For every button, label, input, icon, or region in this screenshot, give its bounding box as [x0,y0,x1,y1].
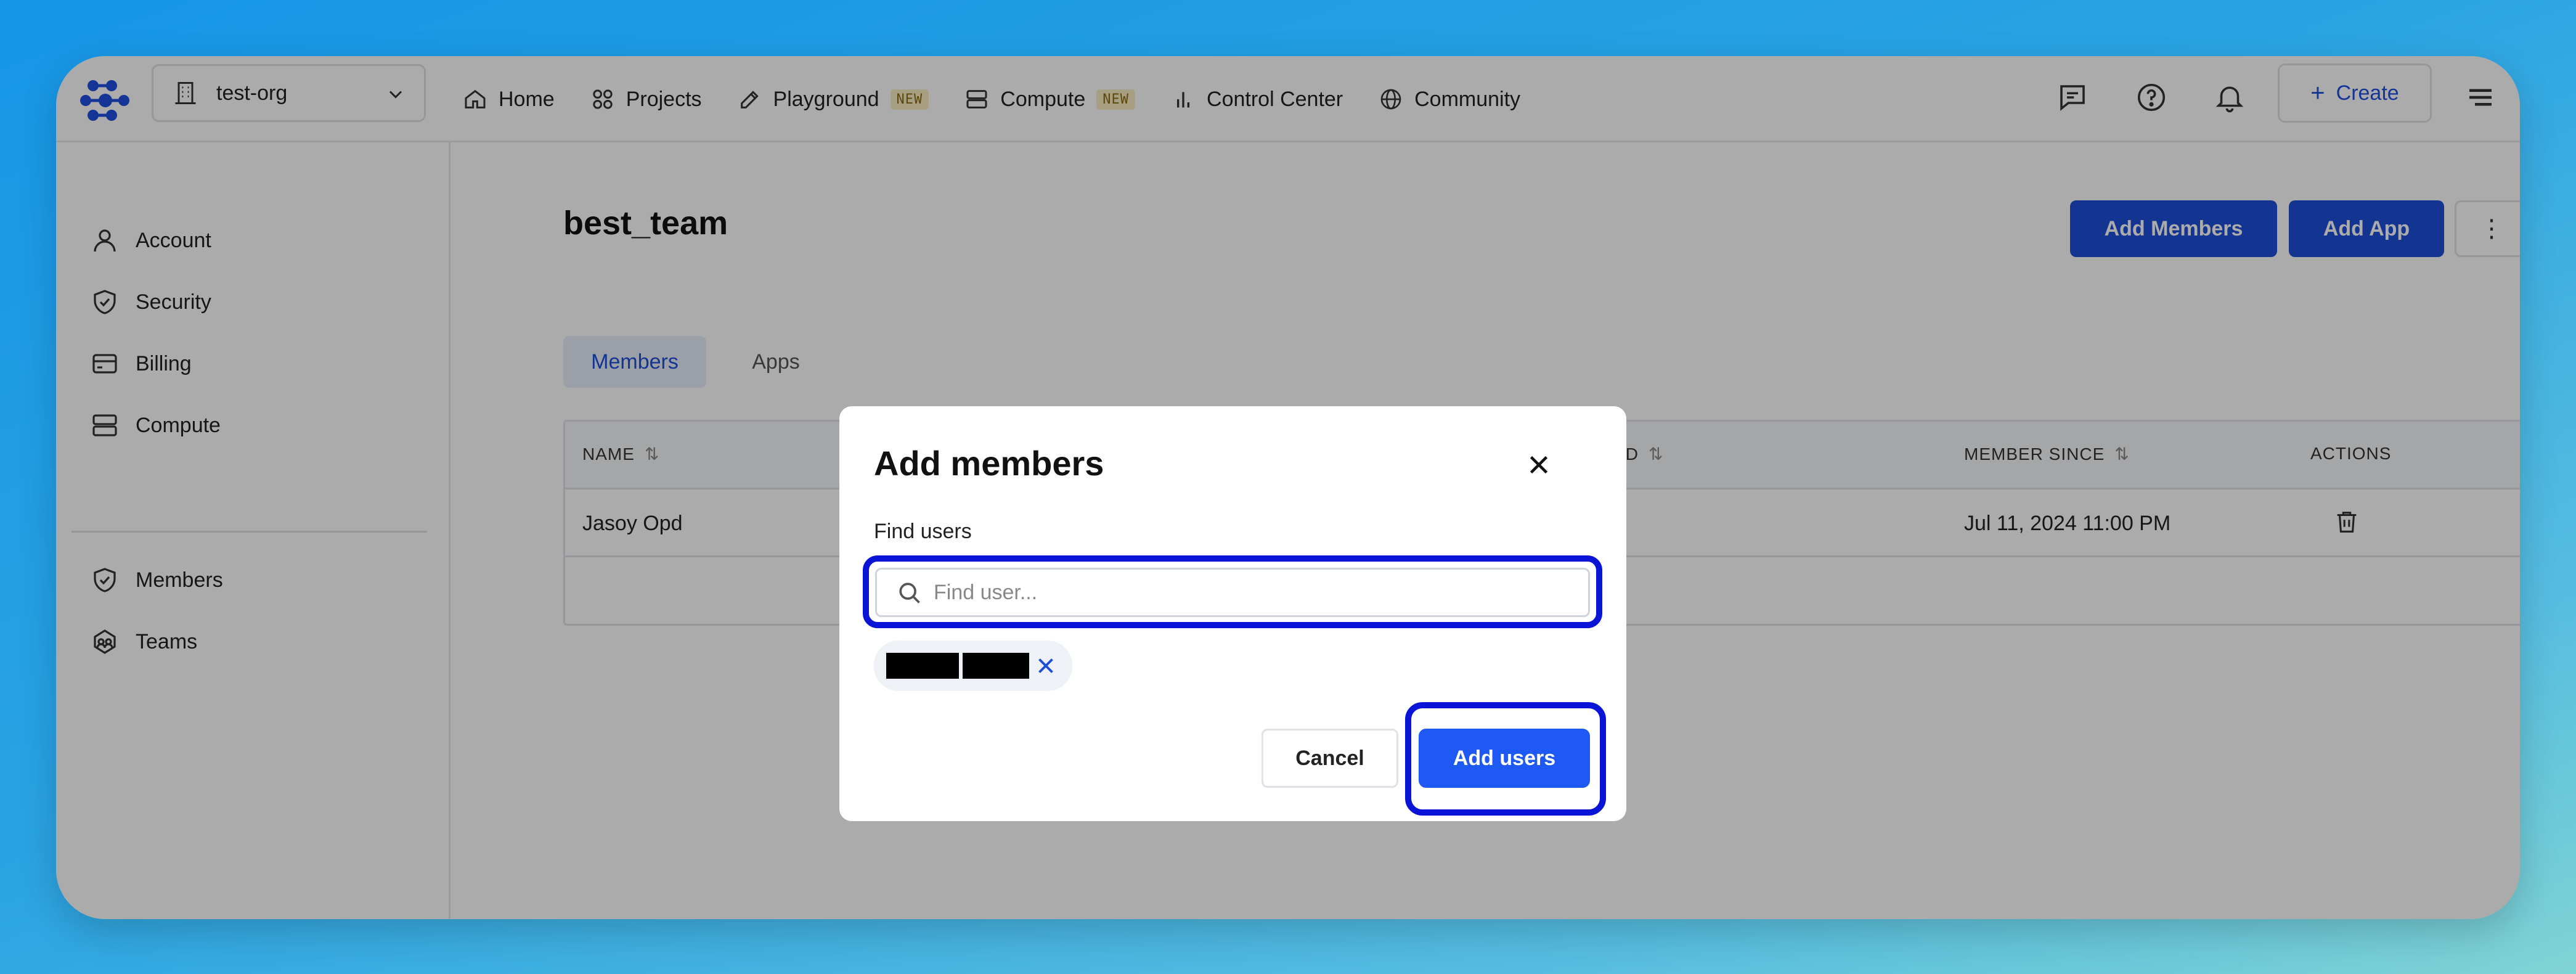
redacted-text [886,653,959,679]
add-users-button[interactable]: Add users [1419,729,1590,788]
dialog-title: Add members [874,444,1104,483]
search-icon [899,583,920,604]
selected-user-chip [874,640,1072,691]
redacted-text [963,653,1029,679]
cancel-button[interactable]: Cancel [1262,729,1398,788]
add-members-dialog: Add members Find users Cancel Add users [839,406,1626,821]
search-field[interactable] [875,568,1590,617]
find-users-label: Find users [874,520,972,543]
close-icon[interactable] [1523,449,1554,480]
search-input[interactable] [934,580,1488,605]
remove-chip-icon[interactable] [1033,653,1059,679]
